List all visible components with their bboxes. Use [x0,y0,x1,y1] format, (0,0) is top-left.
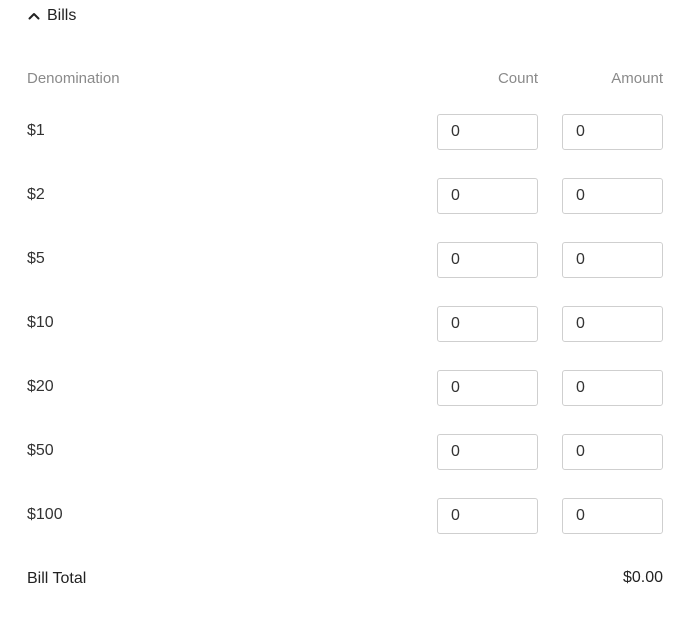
amount-column-header: Amount [611,70,663,87]
amount-input[interactable] [562,242,663,278]
denomination-label: $5 [27,250,45,267]
count-input[interactable] [437,114,538,150]
count-input[interactable] [437,370,538,406]
count-column-header: Count [497,70,538,87]
amount-input[interactable] [562,178,663,214]
amount-input[interactable] [562,434,663,470]
bill-row-10: $10 [0,306,685,342]
bill-row-100: $100 [0,498,685,534]
denomination-label: $10 [27,314,54,331]
denomination-column-header: Denomination [27,70,120,87]
amount-input[interactable] [562,114,663,150]
count-input[interactable] [437,242,538,278]
denomination-label: $100 [27,506,63,523]
bills-section-toggle[interactable]: Bills [27,4,76,28]
amount-input[interactable] [562,306,663,342]
bill-total-label: Bill Total [27,570,87,587]
chevron-up-icon [27,9,41,23]
amount-input[interactable] [562,498,663,534]
bills-section: Bills Denomination Count Amount $1 $2 $5… [0,0,685,626]
denomination-label: $20 [27,378,54,395]
amount-input[interactable] [562,370,663,406]
bill-total-value: $0.00 [622,569,663,586]
bill-total-row: Bill Total $0.00 [0,567,685,591]
denomination-label: $50 [27,442,54,459]
bill-row-5: $5 [0,242,685,278]
bill-row-50: $50 [0,434,685,470]
count-input[interactable] [437,434,538,470]
section-title: Bills [47,7,77,24]
count-input[interactable] [437,306,538,342]
bill-row-20: $20 [0,370,685,406]
denomination-label: $2 [27,186,45,203]
bill-row-2: $2 [0,178,685,214]
count-input[interactable] [437,178,538,214]
denomination-label: $1 [27,122,45,139]
bill-row-1: $1 [0,114,685,150]
count-input[interactable] [437,498,538,534]
